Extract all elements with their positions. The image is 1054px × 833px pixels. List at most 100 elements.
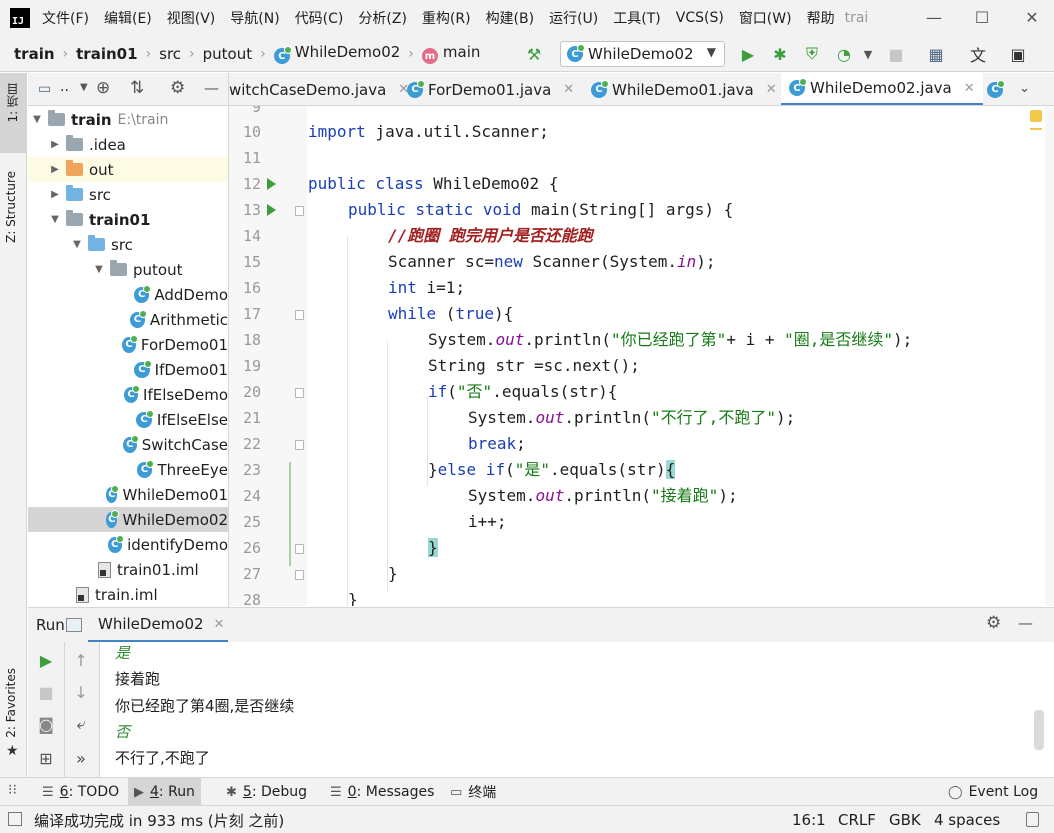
- analysis-warning-icon[interactable]: [1030, 110, 1042, 122]
- tool-messages[interactable]: ☰ 0: Messages: [324, 778, 440, 806]
- tree-item-idea[interactable]: ▶ .idea: [28, 132, 228, 157]
- console-scrollbar-thumb[interactable]: [1034, 710, 1044, 750]
- gear-icon[interactable]: ⚙: [986, 613, 1001, 633]
- menu-code[interactable]: 代码(C): [295, 8, 344, 28]
- close-icon[interactable]: ✕: [214, 617, 225, 632]
- lock-icon[interactable]: [1026, 812, 1039, 827]
- tree-item-file[interactable]: C AddDemo: [28, 282, 228, 307]
- tree-item-root-iml[interactable]: train.iml: [28, 582, 228, 606]
- tree-item-file[interactable]: C ForDemo01: [28, 332, 228, 357]
- chevron-down-icon[interactable]: ⌄: [1019, 81, 1030, 96]
- indent-setting[interactable]: 4 spaces: [934, 806, 1000, 833]
- tree-item-module-iml[interactable]: train01.iml: [28, 557, 228, 582]
- locate-target-icon[interactable]: ⊕: [96, 78, 110, 98]
- console-output[interactable]: 是 接着跑 你已经跑了第4圈,是否继续 否 不行了,不跑了: [100, 642, 1032, 777]
- breadcrumb-src[interactable]: src: [159, 45, 181, 63]
- tree-item-module[interactable]: ▼ train01: [28, 207, 228, 232]
- tool-terminal[interactable]: ▭ 终端: [444, 778, 502, 806]
- tree-item-file[interactable]: C IfElseDemo: [28, 382, 228, 407]
- close-icon[interactable]: ✕: [1020, 8, 1044, 27]
- chevron-down-icon[interactable]: ▼: [858, 44, 878, 64]
- project-structure-icon[interactable]: ▦: [926, 44, 946, 64]
- menu-analyze[interactable]: 分析(Z): [358, 8, 407, 28]
- tree-item-module-src[interactable]: ▼ src: [28, 232, 228, 257]
- tool-run[interactable]: ▶ 4: Run: [128, 778, 201, 806]
- tree-item-file[interactable]: C Arithmetic: [28, 307, 228, 332]
- close-icon[interactable]: ✕: [766, 82, 777, 97]
- gear-icon[interactable]: ⚙: [170, 78, 185, 98]
- layout-panel-icon[interactable]: ▣: [1008, 44, 1028, 64]
- hide-panel-icon[interactable]: —: [204, 79, 219, 97]
- fold-marker-icon[interactable]: [295, 570, 304, 580]
- run-tab-whiledemo02[interactable]: WhileDemo02 ✕: [66, 608, 229, 643]
- tree-item-file[interactable]: C IfElseElse: [28, 407, 228, 432]
- tab-structure[interactable]: Z: Structure: [4, 171, 18, 243]
- menu-navigate[interactable]: 导航(N): [230, 8, 279, 28]
- camera-icon[interactable]: ◙: [36, 714, 56, 734]
- menu-build[interactable]: 构建(B): [486, 8, 535, 28]
- fold-marker-icon[interactable]: [295, 310, 304, 320]
- arrow-down-icon[interactable]: ↓: [71, 682, 91, 702]
- menu-edit[interactable]: 编辑(E): [104, 8, 152, 28]
- coverage-icon[interactable]: ⛨: [802, 44, 822, 64]
- rerun-icon[interactable]: ▶: [36, 650, 56, 670]
- code-editor[interactable]: import java.util.Scanner; public class W…: [307, 106, 1045, 606]
- fold-marker-icon[interactable]: [295, 388, 304, 398]
- tree-item-root[interactable]: ▼ train E:\train: [28, 107, 228, 132]
- run-icon[interactable]: ▶: [738, 44, 758, 64]
- soft-wrap-icon[interactable]: ⤶: [71, 714, 91, 734]
- close-icon[interactable]: ✕: [563, 82, 574, 97]
- menu-refactor[interactable]: 重构(R): [422, 8, 471, 28]
- hide-panel-icon[interactable]: —: [1018, 614, 1033, 632]
- tool-debug[interactable]: ✱ 5: Debug: [220, 778, 313, 806]
- arrow-up-icon[interactable]: ↑: [71, 650, 91, 670]
- build-hammer-icon[interactable]: ⚒: [524, 44, 544, 64]
- minimize-icon[interactable]: —: [922, 8, 946, 27]
- tab-whiledemo02[interactable]: C WhileDemo02.java ✕: [781, 73, 983, 105]
- menu-view[interactable]: 视图(V): [167, 8, 216, 28]
- tree-item-identify[interactable]: C identifyDemo: [28, 532, 228, 557]
- tool-windows-icon[interactable]: ⁝⁝: [8, 782, 17, 798]
- profile-icon[interactable]: ◔: [834, 44, 854, 64]
- tree-item-file[interactable]: C IfDemo01: [28, 357, 228, 382]
- breadcrumb-package[interactable]: putout: [203, 45, 252, 63]
- run-gutter-icon[interactable]: [267, 204, 276, 216]
- close-icon[interactable]: ✕: [964, 81, 975, 96]
- debug-bug-icon[interactable]: ✱: [770, 44, 790, 64]
- menu-help[interactable]: 帮助: [807, 8, 837, 28]
- breadcrumb-method[interactable]: m main: [421, 43, 480, 65]
- warning-stripe[interactable]: [1030, 128, 1042, 130]
- project-view-icon[interactable]: ▭: [38, 81, 51, 97]
- fold-marker-icon[interactable]: [295, 206, 304, 216]
- tool-event-log[interactable]: ◯ Event Log: [942, 778, 1044, 806]
- menu-file[interactable]: 文件(F): [42, 8, 89, 28]
- translate-icon[interactable]: 文: [968, 44, 988, 65]
- line-separator[interactable]: CRLF: [838, 806, 876, 833]
- view-selector-ellipsis[interactable]: ..: [60, 79, 69, 95]
- tree-item-file[interactable]: C SwitchCase: [28, 432, 228, 457]
- tree-item-out[interactable]: ▶ out: [28, 157, 228, 182]
- status-message[interactable]: 编译成功完成 in 933 ms (片刻 之前): [34, 806, 284, 833]
- breadcrumb-class[interactable]: C WhileDemo02: [273, 43, 400, 65]
- stop-icon[interactable]: ■: [886, 44, 906, 64]
- tab-favorites[interactable]: 2: Favorites: [4, 668, 18, 738]
- menu-window[interactable]: 窗口(W): [739, 8, 792, 28]
- breadcrumb-project[interactable]: train: [14, 45, 55, 63]
- collapse-all-icon[interactable]: ⇅: [130, 78, 144, 98]
- tree-item-file-selected[interactable]: C WhileDemo02: [28, 507, 228, 532]
- tab-fordemo01[interactable]: C ForDemo01.java ✕: [407, 73, 574, 105]
- menu-tools[interactable]: 工具(T): [613, 8, 660, 28]
- tree-item-package[interactable]: ▼ putout: [28, 257, 228, 282]
- tree-item-src[interactable]: ▶ src: [28, 182, 228, 207]
- caret-position[interactable]: 16:1: [792, 806, 826, 833]
- tree-item-file[interactable]: C ThreeEye: [28, 457, 228, 482]
- maximize-icon[interactable]: ☐: [970, 8, 994, 27]
- file-encoding[interactable]: GBK: [889, 806, 921, 833]
- tab-project[interactable]: 1: 项目: [4, 83, 21, 123]
- run-gutter-icon[interactable]: [267, 178, 276, 190]
- settings-icon[interactable]: ⊞: [36, 748, 56, 768]
- tab-overflow[interactable]: C: [987, 73, 1008, 105]
- run-configuration-select[interactable]: C WhileDemo02 ▼: [560, 41, 725, 67]
- fold-marker-icon[interactable]: [295, 440, 304, 450]
- menu-run[interactable]: 运行(U): [549, 8, 598, 28]
